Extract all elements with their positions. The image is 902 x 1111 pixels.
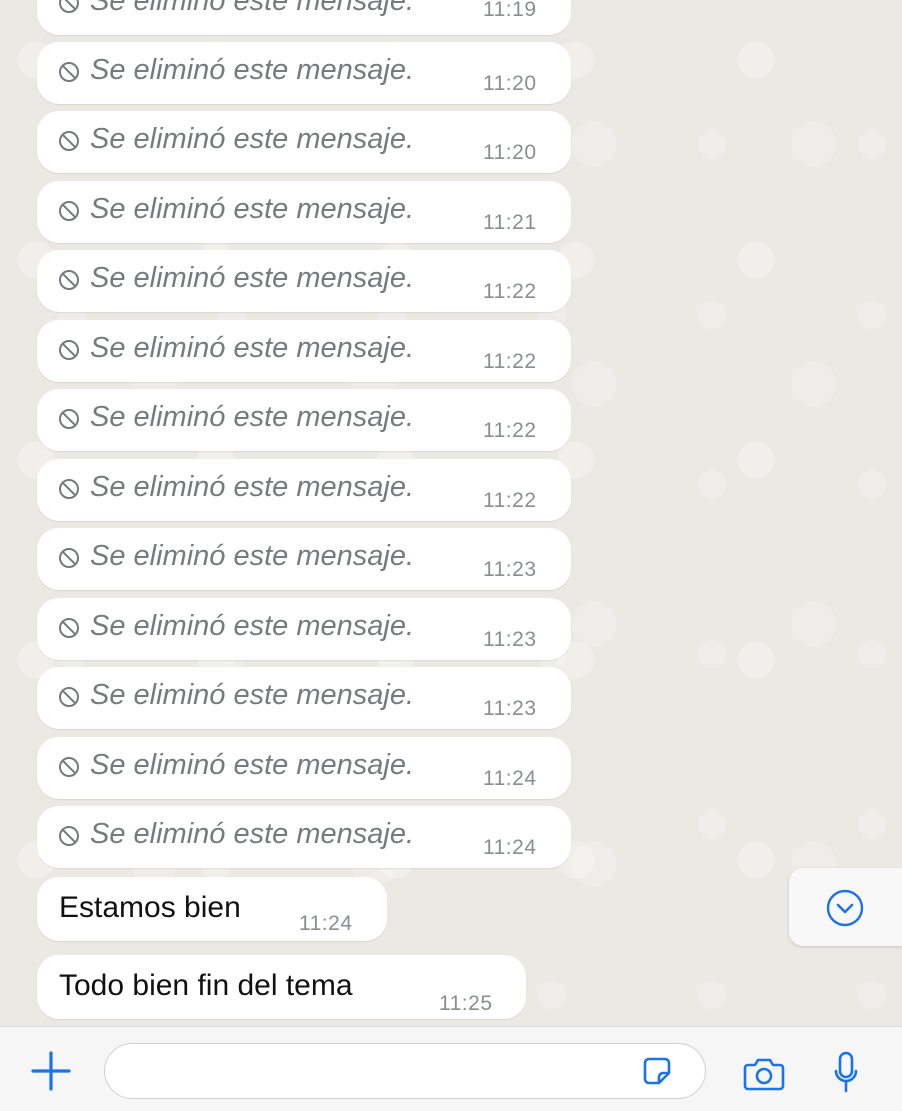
message-time: 11:20 xyxy=(483,72,537,95)
prohibited-icon xyxy=(59,548,79,568)
plus-icon[interactable] xyxy=(29,1049,73,1093)
message-input[interactable] xyxy=(104,1043,706,1099)
microphone-icon[interactable] xyxy=(833,1051,859,1095)
deleted-message[interactable]: Se eliminó este mensaje. 11:20 xyxy=(37,111,571,173)
message-time: 11:19 xyxy=(483,0,537,21)
message-time: 11:24 xyxy=(483,836,537,859)
message-time: 11:23 xyxy=(483,697,537,720)
deleted-message[interactable]: Se eliminó este mensaje. 11:23 xyxy=(37,598,571,660)
deleted-message[interactable]: Se eliminó este mensaje. 11:23 xyxy=(37,667,571,729)
deleted-message[interactable]: Se eliminó este mensaje. 11:19 xyxy=(37,0,571,35)
deleted-message[interactable]: Se eliminó este mensaje. 11:22 xyxy=(37,250,571,312)
composer-bar xyxy=(0,1026,902,1111)
message-text: Se eliminó este mensaje. xyxy=(90,54,414,86)
deleted-message[interactable]: Se eliminó este mensaje. 11:24 xyxy=(37,806,571,868)
deleted-message[interactable]: Se eliminó este mensaje. 11:22 xyxy=(37,320,571,382)
message-time: 11:22 xyxy=(483,350,537,373)
prohibited-icon xyxy=(59,340,79,360)
message-text: Se eliminó este mensaje. xyxy=(90,679,414,711)
prohibited-icon xyxy=(59,618,79,638)
message-time: 11:20 xyxy=(483,141,537,164)
deleted-message[interactable]: Se eliminó este mensaje. 11:22 xyxy=(37,459,571,521)
message-text: Todo bien fin del tema xyxy=(59,969,353,1002)
message-time: 11:23 xyxy=(483,628,537,651)
prohibited-icon xyxy=(59,826,79,846)
prohibited-icon xyxy=(59,270,79,290)
prohibited-icon xyxy=(59,409,79,429)
text-message[interactable]: Todo bien fin del tema 11:25 xyxy=(37,955,526,1019)
prohibited-icon xyxy=(59,479,79,499)
scroll-to-bottom-button[interactable] xyxy=(789,868,902,946)
prohibited-icon xyxy=(59,0,79,13)
message-time: 11:25 xyxy=(439,992,493,1015)
message-time: 11:22 xyxy=(483,489,537,512)
message-time: 11:24 xyxy=(483,767,537,790)
chat-area[interactable]: Se eliminó este mensaje. 11:19 Se elimin… xyxy=(0,0,902,1026)
message-time: 11:23 xyxy=(483,558,537,581)
prohibited-icon xyxy=(59,757,79,777)
message-text: Se eliminó este mensaje. xyxy=(90,749,414,781)
message-text: Se eliminó este mensaje. xyxy=(90,540,414,572)
deleted-message[interactable]: Se eliminó este mensaje. 11:22 xyxy=(37,389,571,451)
message-time: 11:24 xyxy=(299,912,353,935)
message-text: Estamos bien xyxy=(59,891,241,924)
prohibited-icon xyxy=(59,131,79,151)
message-text: Se eliminó este mensaje. xyxy=(90,610,414,642)
prohibited-icon xyxy=(59,687,79,707)
message-text: Se eliminó este mensaje. xyxy=(90,471,414,503)
message-text: Se eliminó este mensaje. xyxy=(90,332,414,364)
deleted-message[interactable]: Se eliminó este mensaje. 11:21 xyxy=(37,181,571,243)
prohibited-icon xyxy=(59,201,79,221)
message-text: Se eliminó este mensaje. xyxy=(90,401,414,433)
message-text: Se eliminó este mensaje. xyxy=(90,262,414,294)
deleted-message[interactable]: Se eliminó este mensaje. 11:20 xyxy=(37,42,571,104)
message-time: 11:22 xyxy=(483,419,537,442)
message-time: 11:21 xyxy=(483,211,537,234)
prohibited-icon xyxy=(59,62,79,82)
chevron-down-circle-icon xyxy=(826,889,864,927)
deleted-message[interactable]: Se eliminó este mensaje. 11:24 xyxy=(37,737,571,799)
sticker-icon[interactable] xyxy=(642,1056,672,1086)
message-time: 11:22 xyxy=(483,280,537,303)
message-text: Se eliminó este mensaje. xyxy=(90,123,414,155)
deleted-message[interactable]: Se eliminó este mensaje. 11:23 xyxy=(37,528,571,590)
message-text: Se eliminó este mensaje. xyxy=(90,0,414,17)
message-text: Se eliminó este mensaje. xyxy=(90,818,414,850)
message-text: Se eliminó este mensaje. xyxy=(90,193,414,225)
camera-icon[interactable] xyxy=(743,1057,785,1091)
text-message[interactable]: Estamos bien 11:24 xyxy=(37,877,387,941)
